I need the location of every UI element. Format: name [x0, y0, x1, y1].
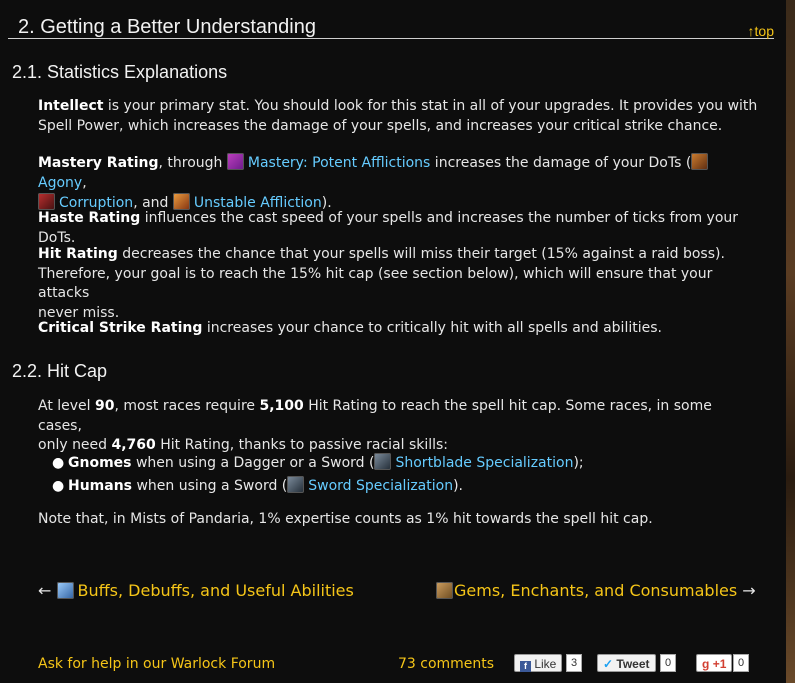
list-item: ● Humans when using a Sword ( Sword Speci…: [38, 475, 584, 498]
link-shortblade-specialization[interactable]: Shortblade Specialization: [395, 455, 573, 471]
prev-page-link[interactable]: ← Buffs, Debuffs, and Useful Abilities: [38, 581, 354, 600]
text: when using a Sword (: [132, 478, 288, 494]
google-plus-icon: g: [702, 657, 710, 671]
text: At level: [38, 398, 96, 414]
prev-page-label: Buffs, Debuffs, and Useful Abilities: [77, 581, 354, 600]
unstable-affliction-icon: [172, 193, 190, 210]
facebook-like-button[interactable]: f Like: [514, 654, 563, 672]
paragraph-hit: Hit Rating decreases the chance that you…: [38, 245, 758, 323]
text: ,: [82, 174, 87, 191]
paragraph-haste: Haste Rating influences the cast speed o…: [38, 209, 758, 248]
comments-link[interactable]: 73 comments: [398, 656, 494, 672]
term-hit: Hit Rating: [38, 246, 118, 262]
term-crit: Critical Strike Rating: [38, 320, 203, 336]
text: increases the damage of your DoTs (: [430, 155, 692, 171]
text: increases your chance to critically hit …: [202, 320, 662, 336]
text: , most races require: [114, 398, 260, 414]
page-edge-background: [786, 0, 795, 683]
top-link[interactable]: ↑top: [748, 23, 774, 39]
agony-icon: [691, 153, 709, 170]
facebook-icon: f: [520, 661, 531, 672]
paragraph-crit: Critical Strike Rating increases your ch…: [38, 319, 758, 339]
tweet-count: 0: [660, 654, 677, 672]
tweet-label: Tweet: [616, 657, 650, 671]
paragraph-mastery: Mastery Rating, through Mastery: Potent …: [38, 153, 758, 214]
text: Spell Power, which increases the damage …: [38, 117, 723, 134]
text: );: [573, 455, 584, 471]
content-panel: 2. Getting a Better Understanding ↑top 2…: [0, 0, 787, 683]
bullet: ●: [52, 455, 65, 471]
tweet-button[interactable]: ✓ Tweet: [597, 654, 656, 672]
like-count: 3: [566, 654, 583, 672]
buffs-icon: [56, 582, 74, 599]
link-sword-specialization[interactable]: Sword Specialization: [308, 478, 453, 494]
paragraph-hit-cap: At level 90, most races require 5,100 Hi…: [38, 397, 758, 456]
like-label: Like: [534, 657, 557, 671]
text: Hit Rating, thanks to passive racial ski…: [155, 437, 449, 453]
subsection-title-hit-cap: 2.2. Hit Cap: [12, 361, 108, 381]
text: influences the cast speed of your spells…: [38, 210, 739, 246]
section-header: 2. Getting a Better Understanding ↑top: [8, 14, 774, 39]
text: only need: [38, 437, 112, 453]
forum-help-link[interactable]: Ask for help in our Warlock Forum: [38, 656, 275, 672]
sword-icon: [287, 476, 305, 493]
corruption-icon: [38, 193, 55, 210]
text: Therefore, your goal is to reach the 15%…: [38, 265, 713, 302]
racial-list: ● Gnomes when using a Dagger or a Sword …: [38, 452, 584, 498]
hit-value-2: 4,760: [111, 437, 156, 453]
level-value: 90: [95, 398, 115, 414]
mastery-icon: [226, 153, 244, 170]
shortblade-icon: [374, 453, 392, 470]
bullet: ●: [52, 478, 65, 494]
text: when using a Dagger or a Sword (: [131, 455, 375, 471]
text: ).: [453, 478, 463, 494]
subsection-title-statistics: 2.1. Statistics Explanations: [12, 62, 228, 82]
text: decreases the chance that your spells wi…: [117, 246, 725, 262]
term-haste: Haste Rating: [38, 210, 141, 226]
link-agony[interactable]: Agony: [38, 175, 82, 191]
race-name: Humans: [68, 478, 133, 494]
next-page-link[interactable]: Gems, Enchants, and Consumables →: [436, 581, 756, 600]
next-page-label: Gems, Enchants, and Consumables: [454, 581, 738, 600]
right-arrow-icon: →: [742, 581, 756, 600]
google-plus-button[interactable]: g +1: [696, 654, 733, 672]
term-intellect: Intellect: [38, 98, 104, 114]
term-mastery: Mastery Rating: [38, 155, 159, 171]
gplus-label: +1: [712, 657, 727, 671]
text: , through: [158, 155, 227, 171]
link-mastery-potent-afflictions[interactable]: Mastery: Potent Afflictions: [248, 155, 430, 171]
section-title: 2. Getting a Better Understanding: [18, 16, 316, 38]
left-arrow-icon: ←: [38, 581, 52, 600]
paragraph-note: Note that, in Mists of Pandaria, 1% expe…: [38, 511, 653, 527]
paragraph-intellect: Intellect is your primary stat. You shou…: [38, 97, 758, 136]
list-item: ● Gnomes when using a Dagger or a Sword …: [38, 452, 584, 475]
race-name: Gnomes: [68, 455, 132, 471]
twitter-icon: ✓: [603, 657, 614, 671]
text: is your primary stat. You should look fo…: [103, 98, 758, 114]
gplus-count: 0: [733, 654, 750, 672]
hit-value-1: 5,100: [259, 398, 304, 414]
gems-icon: [436, 582, 453, 599]
